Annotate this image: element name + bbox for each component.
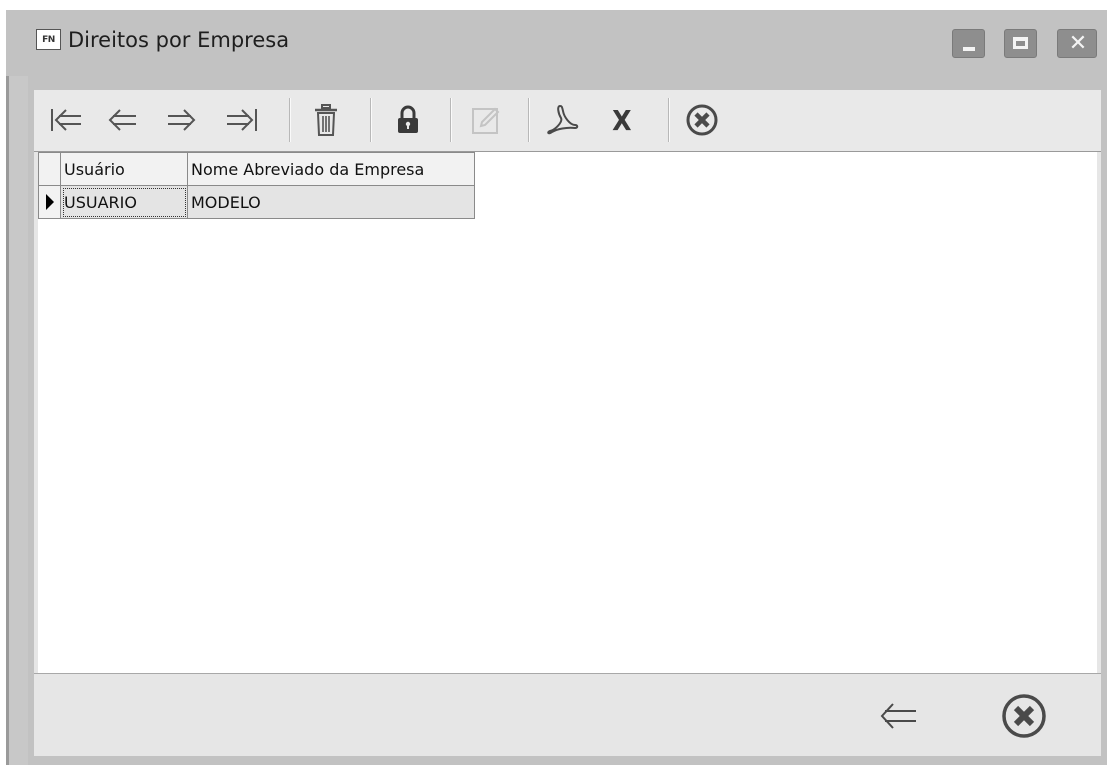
close-circle-icon	[686, 104, 718, 136]
back-button[interactable]	[872, 690, 924, 742]
window-title: Direitos por Empresa	[68, 28, 290, 52]
last-record-button[interactable]	[220, 100, 264, 140]
footer-close-button[interactable]	[998, 690, 1050, 742]
next-record-icon	[168, 109, 196, 131]
last-record-icon	[227, 109, 257, 131]
minimize-icon	[963, 47, 975, 51]
left-frame	[6, 76, 28, 765]
toolbar-separator	[370, 98, 371, 142]
excel-icon: X	[612, 103, 632, 137]
client-area: X Usuário Nome Abreviado da Empresa USUA…	[34, 90, 1101, 756]
grid-header-row: Usuário Nome Abreviado da Empresa	[38, 152, 475, 186]
maximize-icon	[1013, 37, 1028, 49]
minimize-button[interactable]	[952, 29, 985, 58]
edit-button[interactable]	[464, 100, 508, 140]
data-grid[interactable]: Usuário Nome Abreviado da Empresa USUARI…	[38, 152, 1097, 673]
column-header-usuario[interactable]: Usuário	[60, 152, 188, 186]
row-pointer-icon	[46, 194, 54, 210]
left-frame-edge	[6, 76, 9, 765]
table-row[interactable]: USUARIO MODELO	[38, 185, 475, 219]
grid-table: Usuário Nome Abreviado da Empresa USUARI…	[38, 152, 475, 219]
lock-button[interactable]	[386, 100, 430, 140]
prev-record-button[interactable]	[100, 100, 144, 140]
export-pdf-button[interactable]	[540, 100, 584, 140]
close-circle-icon	[1002, 694, 1046, 738]
toolbar-separator	[450, 98, 451, 142]
prev-record-icon	[108, 109, 136, 131]
pdf-icon	[547, 104, 579, 135]
first-record-icon	[51, 109, 81, 131]
export-excel-button[interactable]: X	[600, 100, 644, 140]
title-bar[interactable]: FN Direitos por Empresa ✕	[6, 10, 1107, 76]
app-icon[interactable]: FN	[36, 29, 61, 50]
trash-icon	[315, 104, 337, 136]
application-window: FN Direitos por Empresa ✕ X Usuário Nome…	[6, 10, 1107, 765]
grid-cell-nome-empresa[interactable]: MODELO	[187, 185, 475, 219]
maximize-button[interactable]	[1004, 29, 1037, 58]
close-window-button[interactable]: ✕	[1057, 29, 1097, 58]
toolbar-separator	[528, 98, 529, 142]
toolbar-separator	[289, 98, 290, 142]
next-record-button[interactable]	[160, 100, 204, 140]
toolbar-separator	[668, 98, 669, 142]
back-arrow-icon	[880, 703, 916, 729]
edit-icon	[472, 107, 500, 134]
column-header-nome-empresa[interactable]: Nome Abreviado da Empresa	[187, 152, 475, 186]
toolbar: X	[34, 90, 1101, 152]
footer-panel	[34, 673, 1101, 756]
row-indicator[interactable]	[38, 185, 61, 219]
close-form-button[interactable]	[680, 100, 724, 140]
grid-cell-usuario[interactable]: USUARIO	[60, 185, 188, 219]
delete-button[interactable]	[304, 100, 348, 140]
first-record-button[interactable]	[44, 100, 88, 140]
grid-indicator-header	[38, 152, 61, 186]
lock-icon	[398, 105, 418, 133]
close-icon: ✕	[1068, 31, 1088, 56]
